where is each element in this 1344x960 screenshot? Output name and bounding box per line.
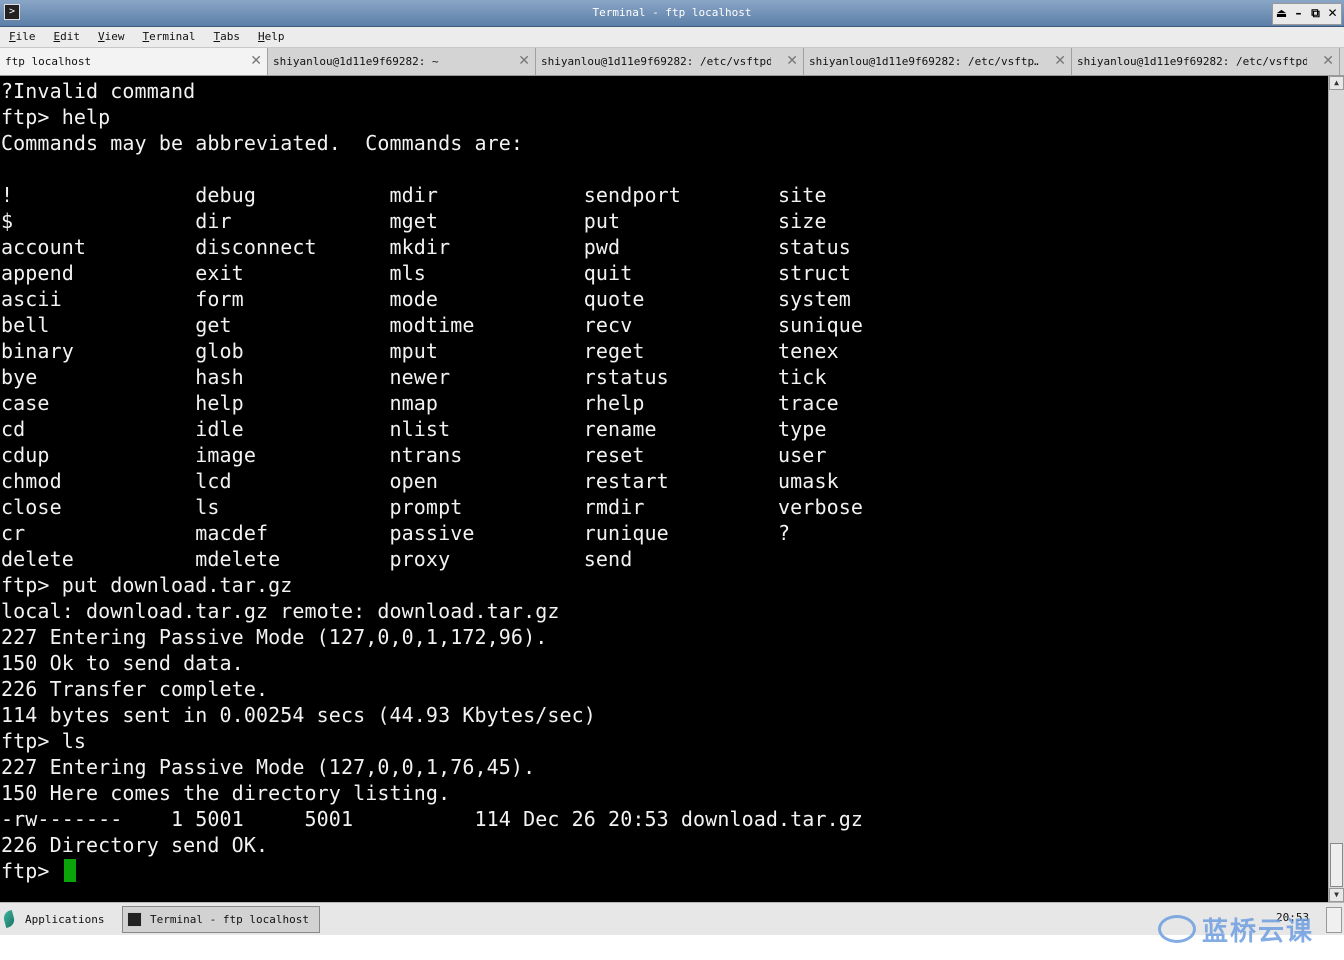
menu-terminal[interactable]: Terminal — [134, 27, 205, 47]
terminal-line: cd idle nlist rename type — [1, 417, 827, 441]
applications-menu-button[interactable]: Applications — [2, 907, 105, 931]
minimize-button[interactable]: – — [1290, 4, 1307, 22]
terminal-line: case help nmap rhelp trace — [1, 391, 839, 415]
terminal-line: 227 Entering Passive Mode (127,0,0,1,76,… — [1, 755, 536, 779]
window-controls: ⏏ – ⧉ ✕ — [1272, 3, 1342, 25]
tab-etc-vsftpd-1[interactable]: shiyanlou@1d11e9f69282: /etc/vsftpd ✕ — [536, 48, 804, 75]
menu-file[interactable]: File — [0, 27, 45, 47]
terminal-line: 226 Directory send OK. — [1, 833, 269, 857]
tab-label: shiyanlou@1d11e9f69282: ~ — [273, 55, 439, 68]
terminal-line: ?Invalid command — [1, 79, 196, 103]
menu-tabs[interactable]: Tabs — [204, 27, 249, 47]
terminal-line: Commands may be abbreviated. Commands ar… — [1, 131, 524, 155]
prompt-text: ftp> — [1, 859, 62, 883]
applications-label: Applications — [25, 912, 105, 926]
terminal-line: close ls prompt rmdir verbose — [1, 495, 864, 519]
terminal-line: bye hash newer rstatus tick — [1, 365, 827, 389]
tab-bar: ftp localhost ✕ shiyanlou@1d11e9f69282: … — [0, 48, 1344, 76]
text-cursor — [63, 859, 76, 882]
terminal-line: ftp> help — [1, 105, 111, 129]
terminal-scrollbar[interactable]: ▲ ▼ — [1328, 76, 1344, 902]
terminal-line: ! debug mdir sendport site — [1, 183, 827, 207]
tab-ftp-localhost[interactable]: ftp localhost ✕ — [0, 48, 268, 75]
terminal-line: 226 Transfer complete. — [1, 677, 269, 701]
taskbar-terminal-button[interactable]: Terminal - ftp localhost — [122, 906, 320, 933]
menu-help[interactable]: Help — [249, 27, 294, 47]
prompt-line[interactable]: ftp> — [1, 858, 863, 884]
tab-etc-vsftpd-3[interactable]: shiyanlou@1d11e9f69282: /etc/vsftpd ✕ — [1072, 48, 1340, 75]
terminal-lines: ?Invalid command ftp> help Commands may be… — [1, 78, 863, 884]
scroll-down-icon[interactable]: ▼ — [1329, 888, 1344, 902]
terminal-line: 150 Here comes the directory listing. — [1, 781, 451, 805]
bottom-panel: Applications Terminal - ftp localhost 20… — [0, 902, 1344, 935]
window-title: Terminal - ftp localhost — [592, 6, 752, 19]
terminal-line: local: download.tar.gz remote: download.… — [1, 599, 560, 623]
tab-close-icon[interactable]: ✕ — [1054, 48, 1066, 75]
terminal-line: $ dir mget put size — [1, 209, 827, 233]
terminal-line: 150 Ok to send data. — [1, 651, 244, 675]
terminal-line: chmod lcd open restart umask — [1, 469, 839, 493]
scroll-up-icon[interactable]: ▲ — [1329, 76, 1344, 90]
terminal-line: delete mdelete proxy send — [1, 547, 633, 571]
scrollbar-thumb[interactable] — [1330, 843, 1343, 887]
terminal-output[interactable]: ?Invalid command ftp> help Commands may be… — [0, 76, 1328, 902]
terminal-line: -rw------- 1 5001 5001 114 Dec 26 20:53 … — [1, 807, 864, 831]
terminal-icon — [127, 912, 142, 927]
applications-icon — [2, 909, 16, 929]
watermark: 蓝桥云课 — [1158, 912, 1315, 947]
taskbar-label: Terminal - ftp localhost — [150, 913, 309, 926]
panel-handle[interactable] — [1326, 907, 1342, 933]
tab-label: shiyanlou@1d11e9f69282: /etc/vsftpd — [1077, 55, 1307, 68]
terminal-line: 227 Entering Passive Mode (127,0,0,1,172… — [1, 625, 548, 649]
tab-label: shiyanlou@1d11e9f69282: /etc/vsftpd — [541, 55, 771, 68]
terminal-line: ascii form mode quote system — [1, 287, 851, 311]
watermark-logo-icon — [1158, 915, 1196, 943]
terminal-line: ftp> ls — [1, 729, 86, 753]
close-button[interactable]: ✕ — [1324, 4, 1341, 22]
menu-edit[interactable]: Edit — [45, 27, 90, 47]
terminal-line: 114 bytes sent in 0.00254 secs (44.93 Kb… — [1, 703, 596, 727]
tab-label: shiyanlou@1d11e9f69282: /etc/vsftp… — [809, 55, 1039, 68]
terminal-line: cdup image ntrans reset user — [1, 443, 827, 467]
tab-close-icon[interactable]: ✕ — [1322, 48, 1334, 75]
terminal-line: binary glob mput reget tenex — [1, 339, 839, 363]
tab-home[interactable]: shiyanlou@1d11e9f69282: ~ ✕ — [268, 48, 536, 75]
shade-button[interactable]: ⏏ — [1273, 4, 1290, 22]
terminal-line: cr macdef passive runique ? — [1, 521, 791, 545]
terminal-line: ftp> put download.tar.gz — [1, 573, 293, 597]
terminal-line: bell get modtime recv sunique — [1, 313, 864, 337]
tab-close-icon[interactable]: ✕ — [518, 48, 530, 75]
tab-close-icon[interactable]: ✕ — [250, 48, 262, 75]
menu-view[interactable]: View — [89, 27, 134, 47]
tab-close-icon[interactable]: ✕ — [786, 48, 798, 75]
terminal-line: append exit mls quit struct — [1, 261, 851, 285]
tab-etc-vsftpd-2[interactable]: shiyanlou@1d11e9f69282: /etc/vsftp… ✕ — [804, 48, 1072, 75]
menu-bar: File Edit View Terminal Tabs Help — [0, 27, 1344, 48]
tab-label: ftp localhost — [5, 55, 92, 68]
window-titlebar[interactable]: > Terminal - ftp localhost ⏏ – ⧉ ✕ — [0, 0, 1344, 27]
watermark-text: 蓝桥云课 — [1202, 916, 1315, 947]
terminal-line: account disconnect mkdir pwd status — [1, 235, 851, 259]
maximize-button[interactable]: ⧉ — [1307, 4, 1324, 22]
